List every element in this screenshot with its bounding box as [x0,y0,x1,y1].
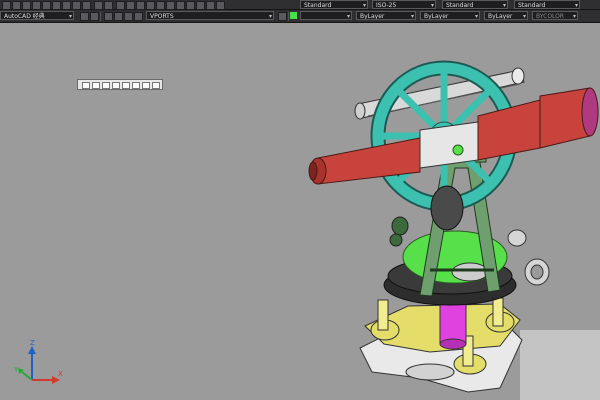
theodolite-model: Z Y X [13,60,599,393]
ucs-y-label: Y [13,366,19,374]
ucs-z-label: Z [30,339,35,347]
ucs-x-label: X [58,370,63,378]
eyepiece-disc [430,185,464,231]
ucs-icon: Z Y X [13,339,63,384]
